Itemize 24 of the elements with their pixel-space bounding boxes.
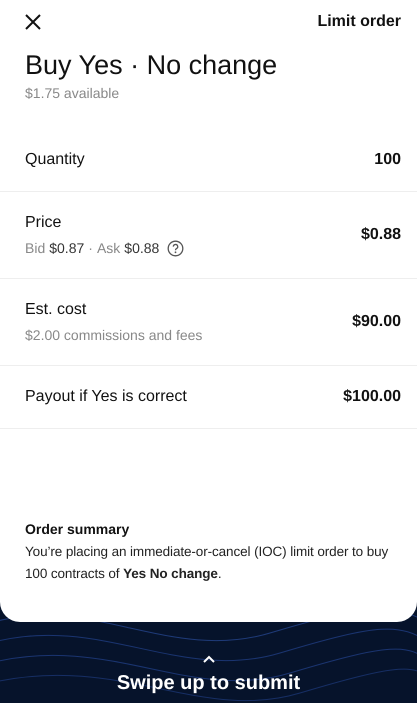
swipe-submit-control[interactable]: Swipe up to submit — [116, 655, 300, 695]
quote-value: $0.88 — [124, 240, 160, 256]
available-balance: $1.75 available — [25, 85, 120, 101]
quote-value: $0.87 — [49, 240, 84, 256]
row-note: $2.00 commissions and fees — [25, 327, 202, 343]
help-icon[interactable] — [167, 240, 184, 256]
row-label: Payout if Yes is correct — [25, 388, 187, 406]
row-label: Est. cost — [25, 301, 88, 319]
row-label: Quantity — [25, 151, 85, 169]
quote-label: Bid — [25, 240, 46, 256]
row-label: Price — [25, 214, 62, 232]
row-value: $0.88 — [360, 226, 401, 244]
summary-title: Order summary — [25, 521, 130, 537]
close-icon — [24, 13, 42, 31]
row-value: $90.00 — [352, 313, 401, 331]
separator-dot: · — [88, 240, 93, 256]
order-title: Buy Yes · No change — [25, 49, 278, 81]
chevron-up-icon — [202, 655, 216, 664]
quote-label: Ask — [96, 240, 120, 256]
row-value: 100 — [374, 151, 401, 169]
swipe-label: Swipe up to submit — [116, 672, 300, 695]
summary-text: You’re placing an immediate-or-cancel (IOC) limit order to buy 100 contracts of Yes No change. — [25, 543, 390, 583]
row-value: $100.00 — [343, 388, 401, 406]
order-type-label: Limit order — [317, 13, 401, 31]
